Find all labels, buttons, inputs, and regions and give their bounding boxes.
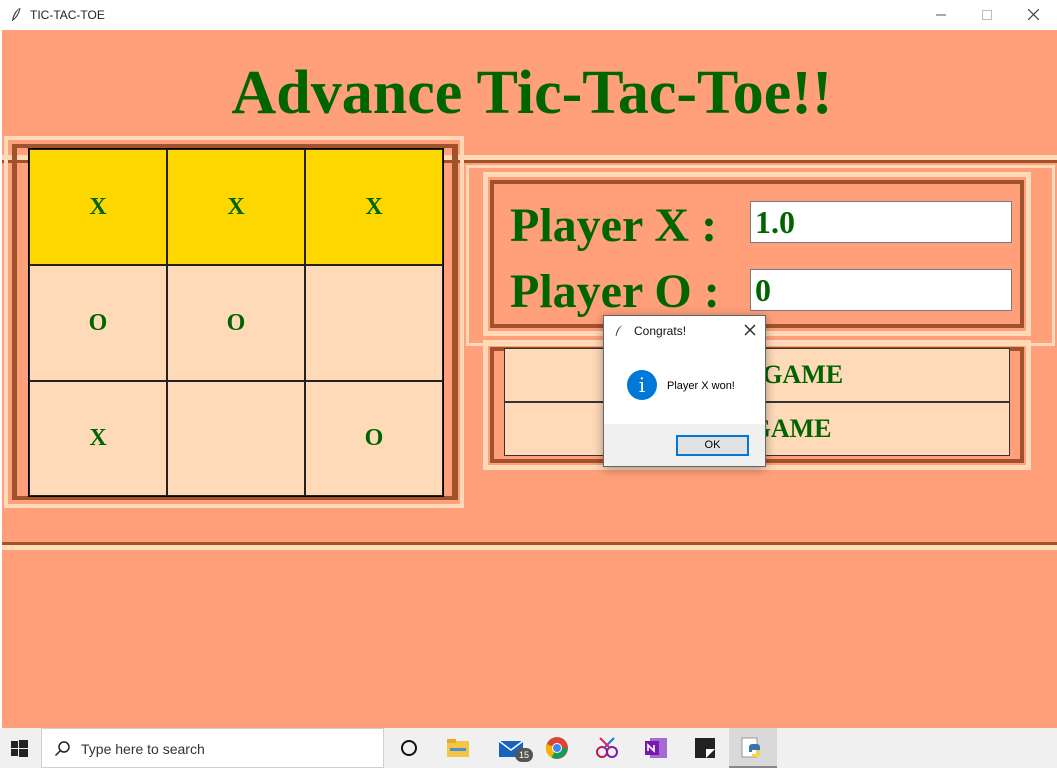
dialog-titlebar: Congrats!	[604, 316, 765, 346]
maximize-button[interactable]	[964, 0, 1010, 30]
game-board: X X X O O X O	[28, 148, 444, 497]
sticky-notes-icon	[695, 738, 715, 758]
info-icon: i	[627, 370, 657, 400]
cell-2-1[interactable]	[167, 381, 305, 496]
minimize-button[interactable]	[918, 0, 964, 30]
player-o-score-field[interactable]: 0	[750, 269, 1012, 311]
mail-badge: 15	[515, 748, 533, 762]
cell-1-0[interactable]: O	[29, 265, 167, 381]
cortana-button[interactable]	[385, 728, 433, 768]
window-title: TIC-TAC-TOE	[30, 8, 105, 22]
maximize-icon	[982, 10, 992, 20]
dialog-title: Congrats!	[634, 324, 687, 338]
windows-start-icon	[11, 740, 28, 757]
cell-0-2[interactable]: X	[305, 149, 443, 265]
cortana-icon	[401, 740, 417, 756]
dialog-message: Player X won!	[667, 380, 735, 392]
python-button[interactable]	[729, 728, 777, 768]
chrome-icon	[545, 737, 568, 759]
cell-2-2[interactable]: O	[305, 381, 443, 496]
onenote-icon	[645, 738, 667, 758]
player-x-label: Player X :	[510, 199, 718, 252]
mail-button[interactable]: 15	[487, 728, 535, 768]
minimize-icon	[936, 14, 946, 16]
player-o-label: Player O :	[510, 265, 720, 318]
close-icon	[1027, 8, 1039, 21]
cell-1-2[interactable]	[305, 265, 443, 381]
congrats-dialog: Congrats! i Player X won! OK	[603, 315, 766, 467]
dialog-footer: OK	[604, 424, 765, 466]
snip-sketch-button[interactable]	[583, 728, 631, 768]
taskbar-search-input[interactable]: Type here to search	[41, 728, 384, 768]
taskbar: Type here to search 15	[0, 728, 1057, 768]
cell-2-0[interactable]: X	[29, 381, 167, 496]
close-button[interactable]	[1010, 0, 1056, 30]
start-button[interactable]	[0, 728, 40, 768]
ok-button[interactable]: OK	[676, 435, 749, 456]
page-title: Advance Tic-Tac-Toe!!	[231, 59, 833, 127]
file-explorer-button[interactable]	[434, 728, 482, 768]
cell-0-0[interactable]: X	[29, 149, 167, 265]
window-titlebar: TIC-TAC-TOE	[0, 0, 1057, 30]
feather-icon	[615, 325, 623, 336]
dialog-body: i Player X won!	[604, 346, 765, 424]
chrome-button[interactable]	[533, 728, 581, 768]
file-explorer-icon	[447, 739, 469, 757]
feather-icon	[12, 7, 21, 21]
dialog-close-icon[interactable]	[742, 322, 758, 338]
python-icon	[741, 737, 760, 758]
search-icon	[54, 741, 70, 757]
onenote-button[interactable]	[632, 728, 680, 768]
cell-0-1[interactable]: X	[167, 149, 305, 265]
cell-1-1[interactable]: O	[167, 265, 305, 381]
player-x-score-field[interactable]: 1.0	[750, 201, 1012, 243]
sticky-notes-button[interactable]	[681, 728, 729, 768]
snip-sketch-icon	[596, 737, 618, 758]
search-placeholder: Type here to search	[81, 741, 205, 757]
